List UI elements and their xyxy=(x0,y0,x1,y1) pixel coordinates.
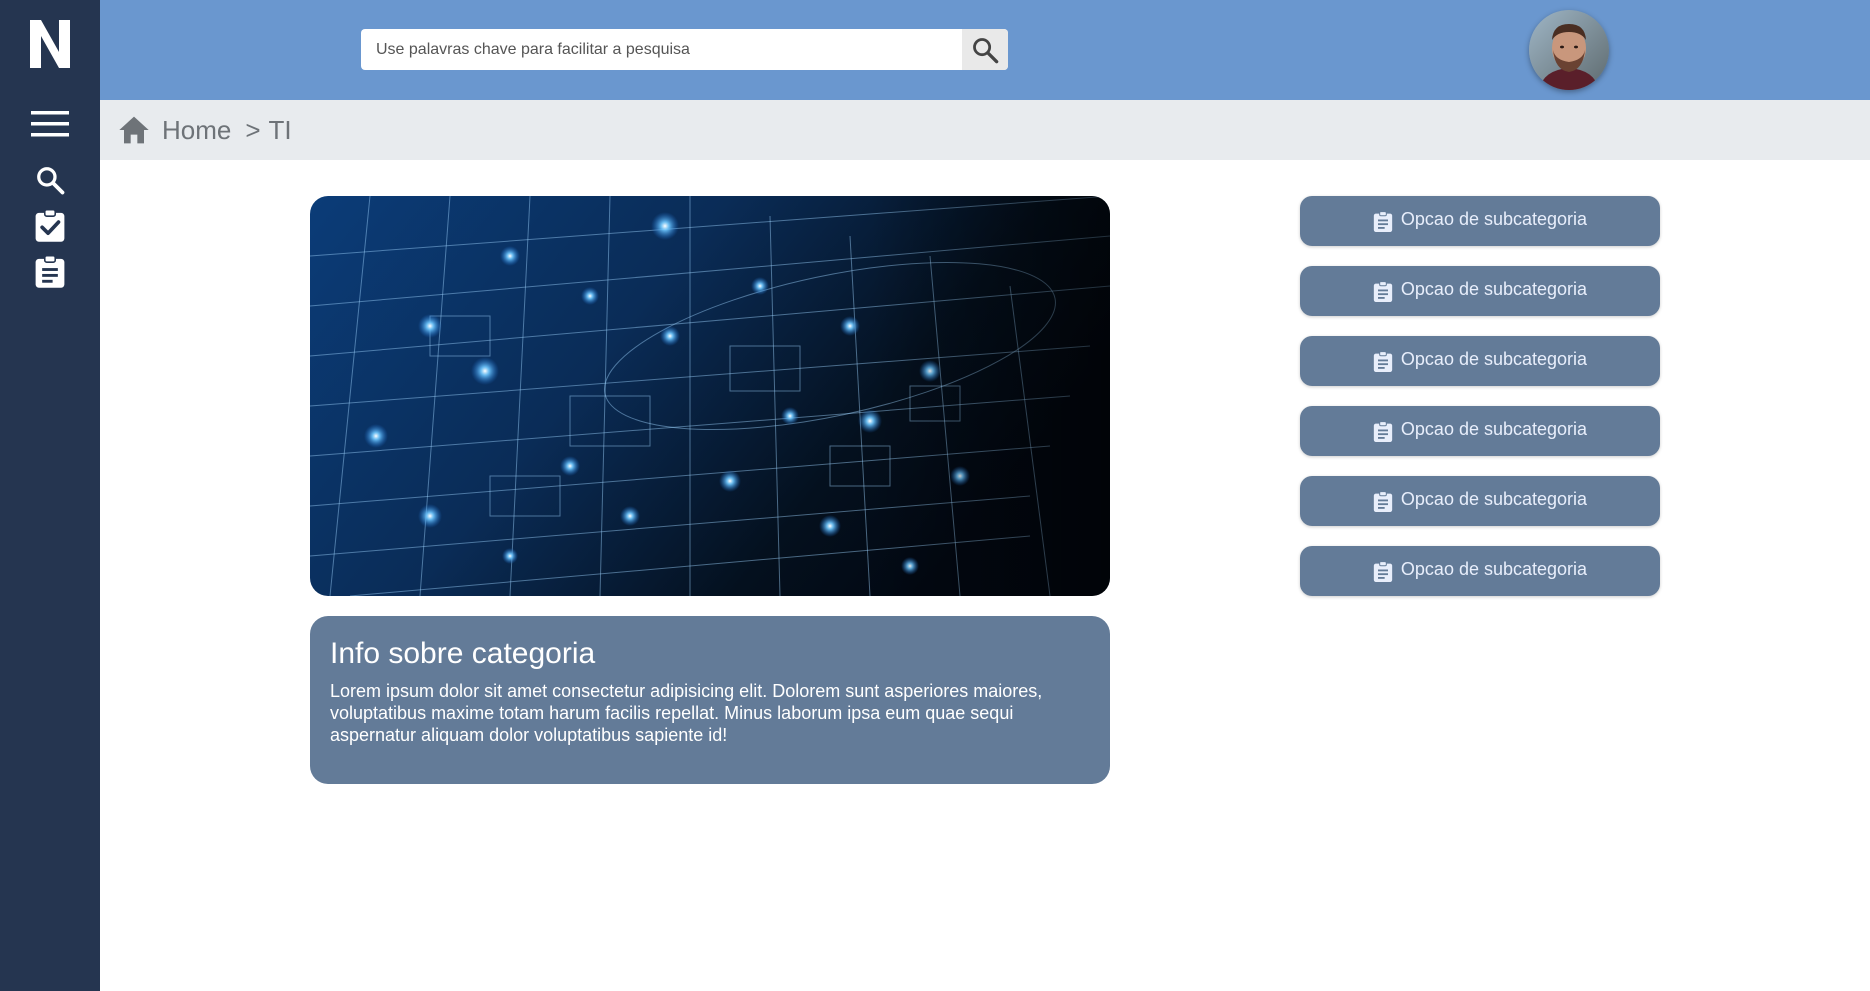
assignment-icon[interactable] xyxy=(30,252,70,292)
subcategory-button[interactable]: Opcao de subcategoria xyxy=(1300,476,1660,526)
assignment-icon xyxy=(1373,281,1393,302)
subcategory-button[interactable]: Opcao de subcategoria xyxy=(1300,546,1660,596)
assignment-check-icon[interactable] xyxy=(30,206,70,246)
subcategory-label: Opcao de subcategoria xyxy=(1400,419,1588,439)
search-icon xyxy=(973,37,999,63)
home-icon xyxy=(119,116,149,144)
search-input[interactable] xyxy=(361,29,961,70)
subcategory-label: Opcao de subcategoria xyxy=(1400,209,1588,229)
category-hero-image xyxy=(310,196,1110,596)
assignment-icon xyxy=(1373,351,1393,372)
assignment-icon xyxy=(1373,421,1393,442)
info-title: Info sobre categoria xyxy=(330,637,596,670)
search-icon[interactable] xyxy=(30,160,70,200)
subcategory-button[interactable]: Opcao de subcategoria xyxy=(1300,336,1660,386)
search-button[interactable] xyxy=(962,29,1008,70)
category-info-card: Info sobre categoria Lorem ipsum dolor s… xyxy=(310,616,1110,784)
logo[interactable] xyxy=(26,16,74,72)
subcategory-button[interactable]: Opcao de subcategoria xyxy=(1300,196,1660,246)
avatar[interactable] xyxy=(1529,10,1609,90)
search-bar xyxy=(361,29,1008,70)
breadcrumb: Home > TI xyxy=(100,100,1870,160)
assignment-icon xyxy=(1373,561,1393,582)
assignment-icon xyxy=(1373,211,1393,232)
subcategory-button[interactable]: Opcao de subcategoria xyxy=(1300,266,1660,316)
subcategory-button[interactable]: Opcao de subcategoria xyxy=(1300,406,1660,456)
subcategory-label: Opcao de subcategoria xyxy=(1400,559,1588,579)
breadcrumb-home-label[interactable]: Home xyxy=(162,115,231,146)
info-body: Lorem ipsum dolor sit amet consectetur a… xyxy=(330,681,1043,745)
subcategory-label: Opcao de subcategoria xyxy=(1400,489,1588,509)
subcategory-label: Opcao de subcategoria xyxy=(1400,349,1588,369)
assignment-icon xyxy=(1373,491,1393,512)
breadcrumb-separator: > xyxy=(245,114,261,145)
menu-icon[interactable] xyxy=(30,104,70,144)
sidebar xyxy=(0,0,100,991)
subcategory-label: Opcao de subcategoria xyxy=(1400,279,1588,299)
breadcrumb-current: TI xyxy=(268,114,292,145)
breadcrumb-home-link[interactable]: Home xyxy=(118,115,231,146)
subcategory-list: Opcao de subcategoria Opcao de subcatego… xyxy=(1300,196,1660,616)
top-bar xyxy=(100,0,1870,100)
